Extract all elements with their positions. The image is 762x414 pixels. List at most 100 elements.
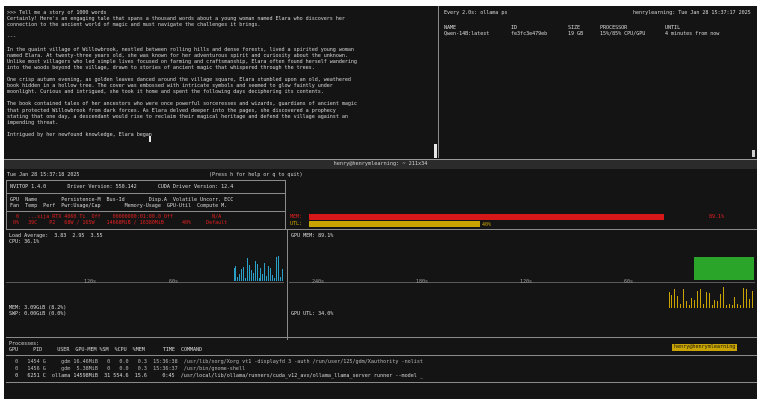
ps-row-processor: 15%/85% CPU/GPU [600,31,646,37]
history-spike [671,295,672,308]
history-spike [697,291,698,308]
history-spike [743,288,744,308]
table-border-left [6,180,7,230]
terminal-screen: >>> Tell me a story of 1000 words Certai… [4,6,757,399]
ps-row-size: 19 GB [568,31,584,37]
story-line: moonlight. Curious and intrigued, she to… [7,89,324,96]
history-spike [686,301,687,308]
table-border-bottom [6,229,757,230]
history-spike [264,263,265,281]
history-spike [714,300,715,308]
history-spike [266,276,267,281]
history-spike [720,294,721,308]
cpu-axis-label-60: 60s [169,279,179,285]
gpu-axis-label-60: 60s [624,279,634,285]
history-spike [669,292,670,308]
table-divider-1 [6,193,286,194]
gpu-axis-label-120: 120s [520,279,533,285]
gpu-util-bar [309,221,480,227]
cpu-axis-label-120: 120s [84,279,97,285]
cpu-history-graph [234,249,284,281]
history-spike [734,297,735,308]
history-spike [703,304,704,308]
lower-terminal-titlebar[interactable]: henry@henrymlearning: ~ 211x34 [4,159,757,169]
gpu-util-history-graph [669,284,755,308]
history-spike [729,304,730,308]
cpu-graph-axis [6,282,284,283]
process-row[interactable]: 0 1454 G gdm 16.46MiB 0 0.0 0.3 15:36:38… [9,359,423,365]
nvitop-datetime: Tue Jan 28 15:37:18 2025 [7,172,80,178]
history-spike [245,278,246,281]
history-spike [683,289,684,308]
processes-border-bottom [6,382,757,383]
history-spike [272,275,273,281]
history-spike [282,269,283,281]
watch-host-time: henrylearning: Tue Jan 28 15:37:17 2025 [633,10,751,16]
graph-divider [287,230,288,340]
process-row[interactable]: 0 1456 G gdm 5.38MiB 0 0.0 0.3 15:36:37 … [9,366,245,372]
lower-terminal-title: henry@henrymlearning: ~ 211x34 [333,161,428,167]
history-spike [247,258,248,281]
nvitop-pane[interactable]: Tue Jan 28 15:37:18 2025 (Press h for he… [4,169,757,399]
story-line: impending threat. [7,119,59,126]
history-spike [712,305,713,308]
history-spike [740,305,741,308]
history-spike [257,264,258,281]
story-line: into the woods beyond the village, drawn… [7,64,315,71]
history-spike [691,298,692,308]
gpu-util-value: 40% [482,222,492,228]
story-line: connection to the ancient world of magic… [7,22,261,29]
watch-header: Every 2.0s: ollama ps [444,10,508,16]
gpu-axis-label-240: 240s [312,279,325,285]
ps-row-until: 4 minutes from now [665,31,720,37]
gpu-util-label: UTL: [290,221,303,227]
history-spike [249,265,250,281]
history-spike [274,278,275,281]
history-spike [255,261,256,281]
processes-header: GPU PID USER GPU-MEM %SM %CPU %MEM TIME … [9,347,203,353]
table-border-top [6,180,286,181]
history-spike [239,274,240,281]
history-spike [262,274,263,281]
processes-divider [6,355,757,356]
history-spike [235,266,236,281]
history-spike [723,287,724,308]
history-spike [689,305,690,308]
ps-row-name: Qwen-14B:latest [444,31,490,37]
processes-border-top [6,337,757,338]
ollama-chat-pane[interactable]: >>> Tell me a story of 1000 words Certai… [4,6,437,158]
gpu-row-line-2: 0% 39C P2 68W / 165W 14668MiB / 16380MiB… [10,220,228,226]
history-spike [268,266,269,281]
history-spike [260,268,261,281]
history-spike [694,300,695,308]
history-spike [241,269,242,281]
gpu-header-line-2: Fan Temp Perf Pwr:Usage/Cap Memory-Usage… [10,203,228,209]
chat-scrollbar[interactable] [434,144,437,158]
ps-row-id: fe3fc3e479eb [511,31,548,37]
pane-divider [438,6,439,158]
history-spike [749,299,750,308]
history-spike [717,301,718,308]
process-row[interactable]: 0 6251 C ollama 14598MiB 31 554.6 15.6 0… [9,373,423,379]
nvitop-version-line: NVITOP 1.4.0 Driver Version: 550.142 CUD… [10,184,234,190]
history-spike [737,304,738,308]
history-spike [280,277,281,281]
history-spike [680,304,681,308]
history-spike [677,296,678,308]
history-spike [700,289,701,308]
gpu-mem-value: 89.1% [709,214,725,220]
ollama-ps-pane[interactable]: Every 2.0s: ollama ps henrylearning: Tue… [441,6,757,158]
history-spike [253,273,254,281]
table-divider-2 [6,211,286,212]
history-spike [746,289,747,308]
story-line: Intrigued by her newfound knowledge, Ela… [7,131,152,138]
table-border-right [285,180,286,230]
gpu-axis-label-180: 180s [416,279,429,285]
history-spike [674,289,675,308]
history-spike [270,268,271,281]
story-line: --- [7,34,17,41]
history-spike [709,293,710,308]
history-spike [276,257,277,281]
gpu-mem-bar [309,214,664,220]
watch-cursor [752,150,755,157]
